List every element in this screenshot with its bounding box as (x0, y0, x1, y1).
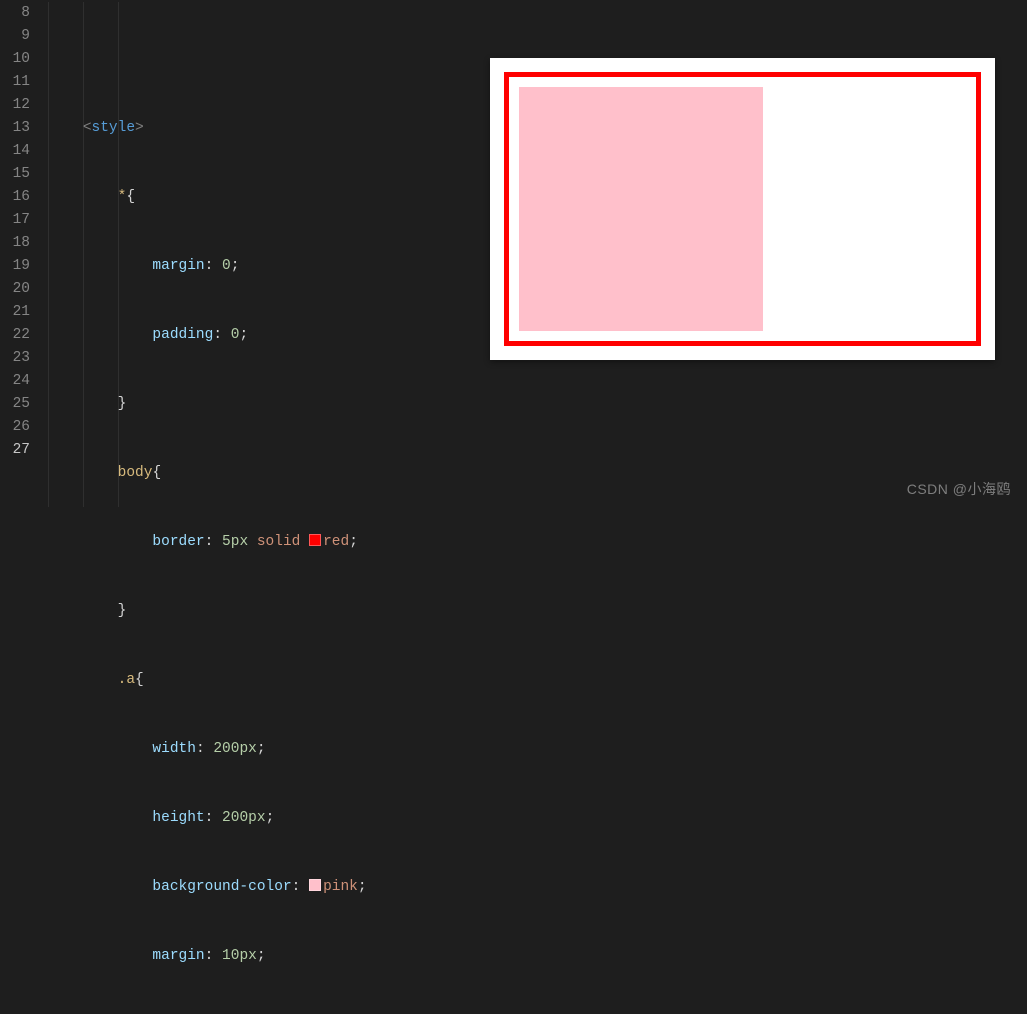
code-line: padding: 0; (48, 324, 480, 347)
preview-pane (480, 0, 1027, 507)
code-line: border: 5px solid red; (48, 531, 480, 554)
editor-pane: 8 9 10 11 12 13 14 15 16 17 18 19 20 21 … (0, 0, 480, 507)
line-number: 19 (0, 255, 30, 278)
code-line: margin: 0; (48, 255, 480, 278)
line-number: 25 (0, 393, 30, 416)
watermark-text: CSDN @小海鸥 (907, 479, 1011, 499)
line-number: 22 (0, 324, 30, 347)
code-line: background-color: pink; (48, 876, 480, 899)
line-number: 14 (0, 140, 30, 163)
line-number: 9 (0, 25, 30, 48)
line-number: 18 (0, 232, 30, 255)
code-line: .a{ (48, 669, 480, 692)
code-line: body{ (48, 462, 480, 485)
rendered-box-a (519, 87, 763, 331)
line-number: 26 (0, 416, 30, 439)
code-line: } (48, 393, 480, 416)
line-number: 23 (0, 347, 30, 370)
line-number: 15 (0, 163, 30, 186)
code-line: *{ (48, 186, 480, 209)
line-number: 21 (0, 301, 30, 324)
code-line: width: 200px; (48, 738, 480, 761)
line-number: 8 (0, 2, 30, 25)
line-number: 13 (0, 117, 30, 140)
code-line: margin: 10px; (48, 945, 480, 968)
color-swatch-icon[interactable] (309, 879, 321, 891)
line-number: 20 (0, 278, 30, 301)
line-number: 12 (0, 94, 30, 117)
code-line: } (48, 600, 480, 623)
browser-frame (490, 58, 995, 360)
line-number-gutter: 8 9 10 11 12 13 14 15 16 17 18 19 20 21 … (0, 0, 48, 507)
line-number: 24 (0, 370, 30, 393)
line-number: 17 (0, 209, 30, 232)
code-line: height: 200px; (48, 807, 480, 830)
code-line: <style> (48, 117, 480, 140)
code-area[interactable]: <style> *{ margin: 0; padding: 0; } body… (48, 0, 480, 507)
color-swatch-icon[interactable] (309, 534, 321, 546)
line-number: 16 (0, 186, 30, 209)
line-number: 27 (0, 439, 30, 462)
line-number: 11 (0, 71, 30, 94)
line-number: 10 (0, 48, 30, 71)
rendered-body (504, 72, 981, 346)
